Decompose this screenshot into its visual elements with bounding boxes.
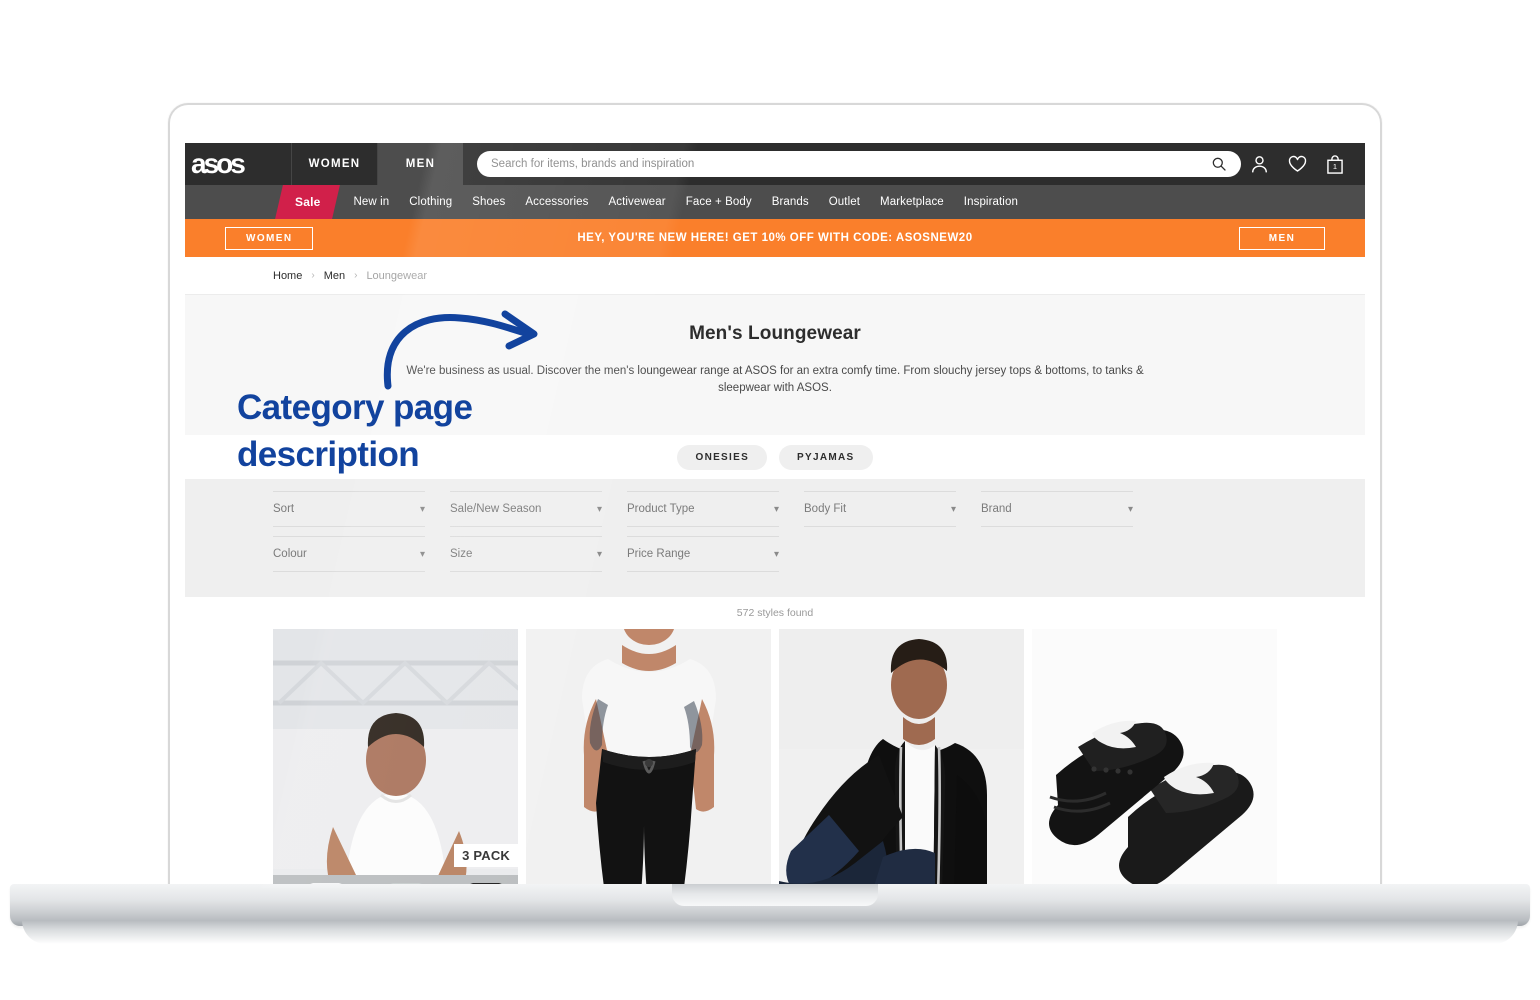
breadcrumb: Home › Men › Loungewear bbox=[185, 257, 1365, 295]
nav-item-face-body[interactable]: Face + Body bbox=[676, 196, 762, 208]
nav-item-activewear[interactable]: Activewear bbox=[598, 196, 675, 208]
search-area bbox=[463, 143, 1251, 185]
annotation-label-line2: description bbox=[237, 435, 420, 474]
chevron-down-icon: ▾ bbox=[773, 503, 779, 515]
asos-wordmark-logo[interactable]: asos bbox=[185, 143, 291, 185]
account-icon[interactable] bbox=[1251, 155, 1268, 174]
chevron-down-icon: ▾ bbox=[1127, 503, 1133, 515]
filter-colour[interactable]: Colour ▾ bbox=[273, 536, 425, 572]
filter-bar: Sort ▾ Sale/New Season ▾ Product Type ▾ … bbox=[185, 479, 1365, 597]
results-count: 572 styles found bbox=[185, 597, 1365, 629]
product-card-white-tshirt-3-pack[interactable]: 3 PACK bbox=[273, 629, 518, 888]
pill-onesies[interactable]: ONESIES bbox=[677, 444, 768, 470]
filter-product-type-label: Product Type bbox=[627, 503, 695, 515]
browser-viewport: asos WOMEN MEN Search for items, brands … bbox=[185, 143, 1365, 888]
filter-body-fit-label: Body Fit bbox=[804, 503, 847, 515]
header-icon-group: 1 bbox=[1251, 143, 1365, 185]
filter-price-range[interactable]: Price Range ▾ bbox=[627, 536, 779, 572]
product-card-black-joggers[interactable] bbox=[526, 629, 771, 888]
gender-tab-women[interactable]: WOMEN bbox=[291, 143, 377, 185]
gender-tab-men-label: MEN bbox=[405, 158, 436, 170]
filter-brand[interactable]: Brand ▾ bbox=[981, 491, 1133, 527]
filter-size-label: Size bbox=[450, 548, 473, 560]
chevron-down-icon: ▾ bbox=[419, 503, 425, 515]
laptop-mockup-stage: asos WOMEN MEN Search for items, brands … bbox=[0, 0, 1540, 1000]
chevron-down-icon: ▾ bbox=[773, 548, 779, 560]
breadcrumb-separator: › bbox=[354, 270, 358, 281]
product-image-black-zip-hoodie bbox=[779, 629, 1024, 888]
filter-price-range-label: Price Range bbox=[627, 548, 691, 560]
search-input[interactable] bbox=[491, 158, 1211, 170]
product-badge-3-pack: 3 PACK bbox=[454, 844, 518, 867]
nav-item-clothing[interactable]: Clothing bbox=[399, 196, 462, 208]
laptop-base-notch bbox=[672, 884, 878, 906]
promo-banner: WOMEN HEY, YOU'RE NEW HERE! GET 10% OFF … bbox=[185, 219, 1365, 257]
nav-item-outlet[interactable]: Outlet bbox=[819, 196, 870, 208]
search-box[interactable] bbox=[477, 151, 1241, 177]
filter-sale-new-season[interactable]: Sale/New Season ▾ bbox=[450, 491, 602, 527]
breadcrumb-separator: › bbox=[311, 270, 315, 281]
promo-message: HEY, YOU'RE NEW HERE! GET 10% OFF WITH C… bbox=[577, 232, 973, 244]
nav-item-inspiration[interactable]: Inspiration bbox=[954, 196, 1028, 208]
breadcrumb-item-men[interactable]: Men bbox=[324, 270, 345, 282]
bag-count: 1 bbox=[1333, 162, 1337, 171]
product-image-black-joggers bbox=[526, 629, 771, 888]
nav-item-sale-label: Sale bbox=[295, 195, 321, 209]
chevron-down-icon: ▾ bbox=[950, 503, 956, 515]
svg-text:asos: asos bbox=[191, 151, 245, 177]
product-image-black-sliders bbox=[1032, 629, 1277, 888]
results-count-label: 572 styles found bbox=[736, 607, 814, 619]
product-card-black-sliders[interactable] bbox=[1032, 629, 1277, 888]
chevron-down-icon: ▾ bbox=[596, 548, 602, 560]
gender-tab-women-label: WOMEN bbox=[308, 158, 361, 170]
product-grid: 3 PACK bbox=[185, 629, 1365, 888]
chevron-down-icon: ▾ bbox=[419, 548, 425, 560]
nav-item-shoes[interactable]: Shoes bbox=[462, 196, 515, 208]
gender-tab-men[interactable]: MEN bbox=[377, 143, 463, 185]
nav-item-marketplace[interactable]: Marketplace bbox=[870, 196, 954, 208]
filter-colour-label: Colour bbox=[273, 548, 307, 560]
breadcrumb-item-home[interactable]: Home bbox=[273, 270, 302, 282]
filter-grid: Sort ▾ Sale/New Season ▾ Product Type ▾ … bbox=[273, 491, 1277, 581]
bag-icon[interactable]: 1 bbox=[1327, 154, 1343, 174]
nav-item-brands[interactable]: Brands bbox=[762, 196, 819, 208]
filter-sort[interactable]: Sort ▾ bbox=[273, 491, 425, 527]
filter-body-fit[interactable]: Body Fit ▾ bbox=[804, 491, 956, 527]
nav-item-accessories[interactable]: Accessories bbox=[515, 196, 598, 208]
annotation-label: Category page description bbox=[237, 384, 473, 478]
filter-size[interactable]: Size ▾ bbox=[450, 536, 602, 572]
page-title: Men's Loungewear bbox=[689, 323, 861, 344]
annotation-label-line1: Category page bbox=[237, 388, 473, 427]
filter-sale-new-season-label: Sale/New Season bbox=[450, 503, 542, 515]
category-description: We're business as usual. Discover the me… bbox=[406, 365, 1144, 394]
filter-product-type[interactable]: Product Type ▾ bbox=[627, 491, 779, 527]
chevron-down-icon: ▾ bbox=[596, 503, 602, 515]
filter-brand-label: Brand bbox=[981, 503, 1012, 515]
main-nav: Sale New in Clothing Shoes Accessories A… bbox=[185, 185, 1365, 219]
pill-pyjamas[interactable]: PYJAMAS bbox=[779, 444, 873, 470]
laptop-base-shadow bbox=[22, 920, 1518, 944]
breadcrumb-item-loungewear: Loungewear bbox=[366, 269, 427, 282]
search-icon[interactable] bbox=[1211, 156, 1227, 172]
site-header: asos WOMEN MEN Search for items, brands … bbox=[185, 143, 1365, 185]
product-card-black-zip-hoodie[interactable] bbox=[779, 629, 1024, 888]
heart-icon[interactable] bbox=[1288, 155, 1307, 173]
filter-sort-label: Sort bbox=[273, 503, 295, 515]
nav-item-new-in[interactable]: New in bbox=[344, 196, 400, 208]
nav-item-sale[interactable]: Sale bbox=[279, 185, 336, 219]
